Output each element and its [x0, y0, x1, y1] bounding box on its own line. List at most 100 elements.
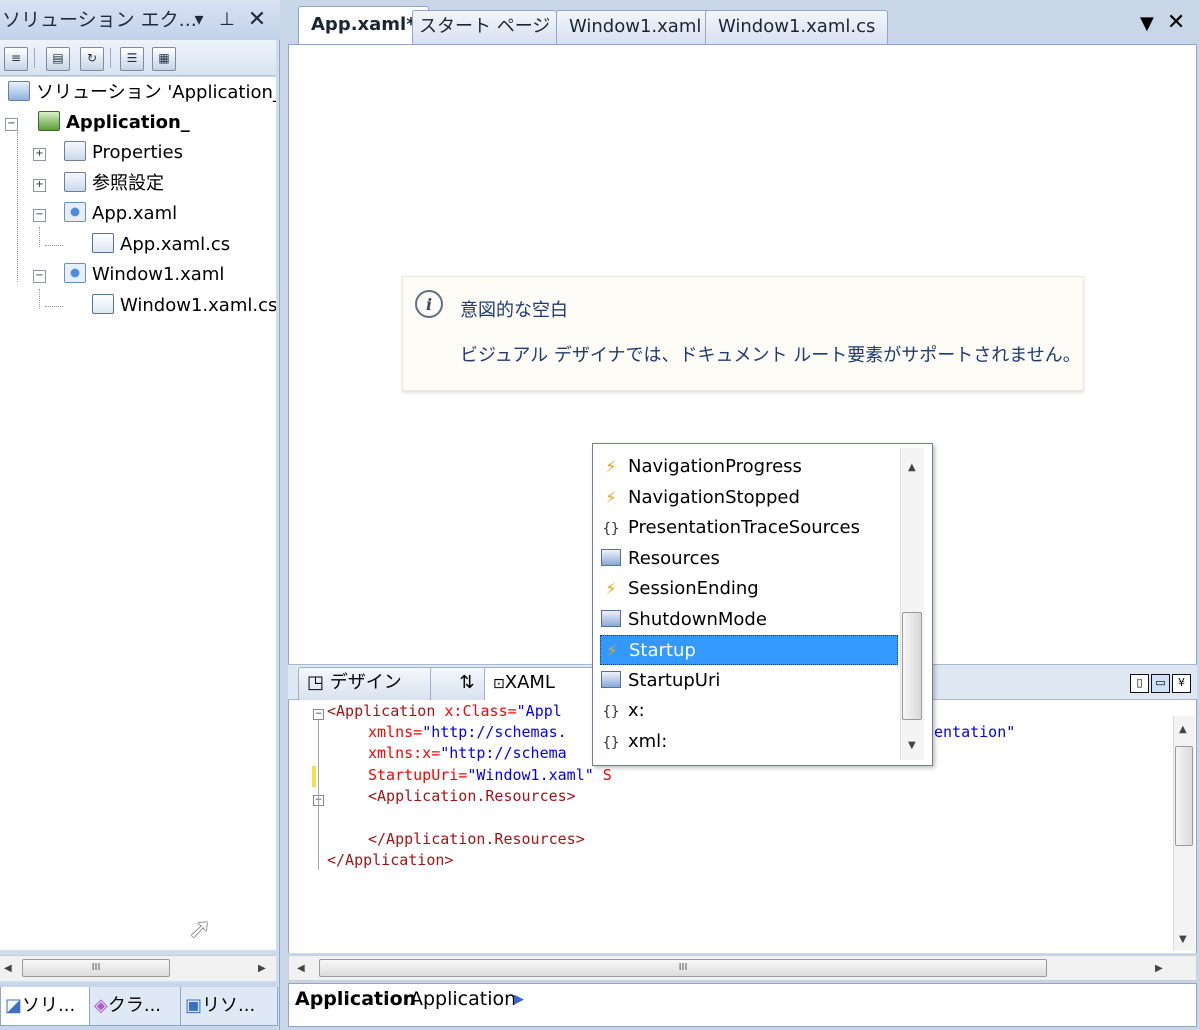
changed-line-marker — [312, 766, 316, 787]
pin-icon[interactable]: ⊥ — [216, 7, 238, 33]
editor-hscroll[interactable]: ◀ III ▶ — [288, 955, 1197, 981]
intellisense-item[interactable]: {} x: — [600, 696, 898, 726]
intellisense-item[interactable]: {} PresentationTraceSources — [600, 513, 898, 543]
properties-icon[interactable]: ≡ — [4, 47, 28, 71]
show-all-files-icon[interactable]: ▤ — [46, 47, 70, 71]
design-view-icon: ◳ — [307, 672, 325, 693]
intellisense-item[interactable]: {} xml: — [600, 727, 898, 757]
expand-icon[interactable]: + — [33, 148, 46, 161]
collapse-pane-icon[interactable]: ¥ — [1172, 674, 1191, 693]
view-code-icon[interactable]: ☰ — [120, 47, 144, 71]
tree-item-properties[interactable]: Properties — [64, 138, 183, 168]
code-line-5: <Application.Resources> — [368, 787, 576, 805]
code-line-7: </Application.Resources> — [368, 830, 585, 848]
collapse-icon[interactable]: − — [33, 270, 46, 283]
namespace-icon: {} — [602, 734, 620, 751]
scroll-left-icon[interactable]: ◀ — [297, 963, 305, 974]
vertical-split-icon[interactable]: ▯ — [1130, 674, 1149, 693]
scroll-down-icon[interactable]: ▼ — [1179, 934, 1187, 945]
swap-icon: ⇅ — [459, 672, 475, 693]
solution-explorer-title: ソリューション エク... — [0, 0, 280, 40]
xaml-view-icon: ⊡ — [493, 676, 505, 692]
horizontal-split-icon[interactable]: ▭ — [1151, 674, 1170, 693]
tab-list-icon[interactable]: ▼ — [1140, 13, 1154, 34]
tree-item-app-xaml-cs[interactable]: App.xaml.cs — [92, 230, 230, 260]
property-icon — [600, 666, 622, 696]
scroll-up-icon[interactable]: ▲ — [908, 462, 916, 473]
intellisense-item-label: Resources — [628, 547, 720, 569]
collapse-icon[interactable]: − — [33, 209, 46, 222]
scroll-thumb[interactable]: III — [22, 959, 170, 977]
code-line-2: xmlns="http://schemas. — [368, 723, 567, 741]
mouse-cursor-icon: ➚ — [188, 912, 212, 945]
xaml-file-icon — [64, 263, 86, 283]
tree-item-solution[interactable]: ソリューション 'Application_' — [8, 78, 276, 108]
close-icon[interactable]: ✕ — [246, 7, 268, 33]
intellisense-item-label: NavigationProgress — [628, 456, 802, 477]
tab-xaml-view[interactable]: ⊡XAML — [484, 667, 596, 700]
namespace-icon: {} — [602, 704, 620, 720]
intellisense-item[interactable]: Resources — [600, 544, 898, 574]
info-box — [402, 276, 1084, 391]
tab-design-view[interactable]: ◳ デザイン — [298, 667, 450, 700]
dropdown-arrow-icon[interactable]: ▾ — [188, 7, 210, 33]
tab-class-view[interactable]: ◈クラ... — [89, 987, 183, 1026]
editor-vscroll[interactable]: ▲ ▼ — [1173, 716, 1195, 951]
breadcrumb-element[interactable]: Application — [295, 988, 416, 1010]
intellisense-item[interactable]: StartupUri — [600, 666, 898, 696]
collapse-icon[interactable]: − — [5, 118, 18, 131]
close-document-icon[interactable]: ✕ — [1167, 10, 1185, 35]
tab-app-xaml[interactable]: App.xaml* — [298, 6, 429, 46]
code-line-1: <Application x:Class="Appl — [327, 702, 562, 720]
breadcrumb-arrow-icon[interactable]: ▶ — [514, 992, 524, 1007]
breadcrumb-name[interactable]: Application — [410, 988, 516, 1010]
refresh-icon[interactable]: ↻ — [80, 47, 104, 71]
tab-resource-view[interactable]: ▣リソ... — [180, 987, 278, 1026]
intellisense-item-label: x: — [628, 700, 645, 721]
info-title: 意図的な空白 — [460, 300, 568, 321]
tab-solution-explorer[interactable]: ◪ソリ... — [0, 987, 92, 1026]
properties-folder-icon — [64, 141, 86, 161]
scroll-thumb[interactable] — [902, 612, 922, 720]
view-designer-icon[interactable]: ▦ — [152, 47, 176, 71]
code-line-2-tail: entation" — [934, 723, 1016, 741]
scroll-right-icon[interactable]: ▶ — [1155, 963, 1163, 974]
solution-tree: ソリューション 'Application_' − Application_ + … — [0, 77, 276, 950]
cs-file-icon — [92, 233, 114, 253]
scroll-left-icon[interactable]: ◀ — [4, 963, 12, 974]
scroll-thumb[interactable] — [1175, 746, 1193, 846]
scroll-down-icon[interactable]: ▼ — [908, 740, 916, 751]
event-icon: ⚡ — [605, 487, 617, 507]
intellisense-item[interactable]: ⚡ SessionEnding — [600, 574, 898, 604]
solution-explorer-toolbar: ≡ ▤ ↻ ☰ ▦ — [0, 40, 276, 76]
fold-icon[interactable]: − — [313, 709, 324, 720]
tree-item-window1-xaml-cs[interactable]: Window1.xaml.cs — [92, 291, 276, 321]
event-icon: ⚡ — [605, 457, 617, 476]
namespace-icon: {} — [602, 521, 620, 537]
tree-item-window1-xaml[interactable]: Window1.xaml — [64, 260, 224, 290]
intellisense-item[interactable]: ⚡ NavigationStopped — [600, 483, 898, 513]
tab-window1-xaml-cs[interactable]: Window1.xaml.cs — [705, 10, 889, 45]
tree-item-references[interactable]: 参照設定 — [64, 169, 164, 199]
intellisense-item[interactable]: ⚡ Startup — [600, 635, 898, 665]
scroll-thumb[interactable]: III — [319, 959, 1047, 977]
csharp-project-icon — [38, 111, 60, 131]
tree-item-app-xaml[interactable]: App.xaml — [64, 199, 177, 229]
scroll-right-icon[interactable]: ▶ — [258, 963, 266, 974]
intellisense-item-label: xml: — [628, 730, 668, 752]
info-icon: i — [415, 290, 443, 318]
intellisense-item-label: PresentationTraceSources — [628, 517, 860, 538]
tree-item-project[interactable]: Application_ — [38, 108, 190, 138]
solution-explorer-hscroll[interactable]: ◀ III ▶ — [0, 955, 276, 981]
property-icon — [600, 605, 622, 635]
intellisense-item[interactable]: ShutdownMode — [600, 605, 898, 635]
solution-explorer-bottom-tabs: ◪ソリ... ◈クラ... ▣リソ... — [0, 983, 278, 1030]
expand-icon[interactable]: + — [33, 179, 46, 192]
code-line-4: StartupUri="Window1.xaml" S — [368, 766, 612, 784]
tab-start-page[interactable]: スタート ページ — [412, 10, 558, 45]
scroll-up-icon[interactable]: ▲ — [1179, 724, 1187, 735]
resource-view-icon: ▣ — [185, 995, 203, 1016]
intellisense-item[interactable]: ⚡ NavigationProgress — [600, 452, 898, 482]
intellisense-item-label: ShutdownMode — [628, 608, 767, 630]
tab-window1-xaml[interactable]: Window1.xaml — [556, 10, 715, 45]
